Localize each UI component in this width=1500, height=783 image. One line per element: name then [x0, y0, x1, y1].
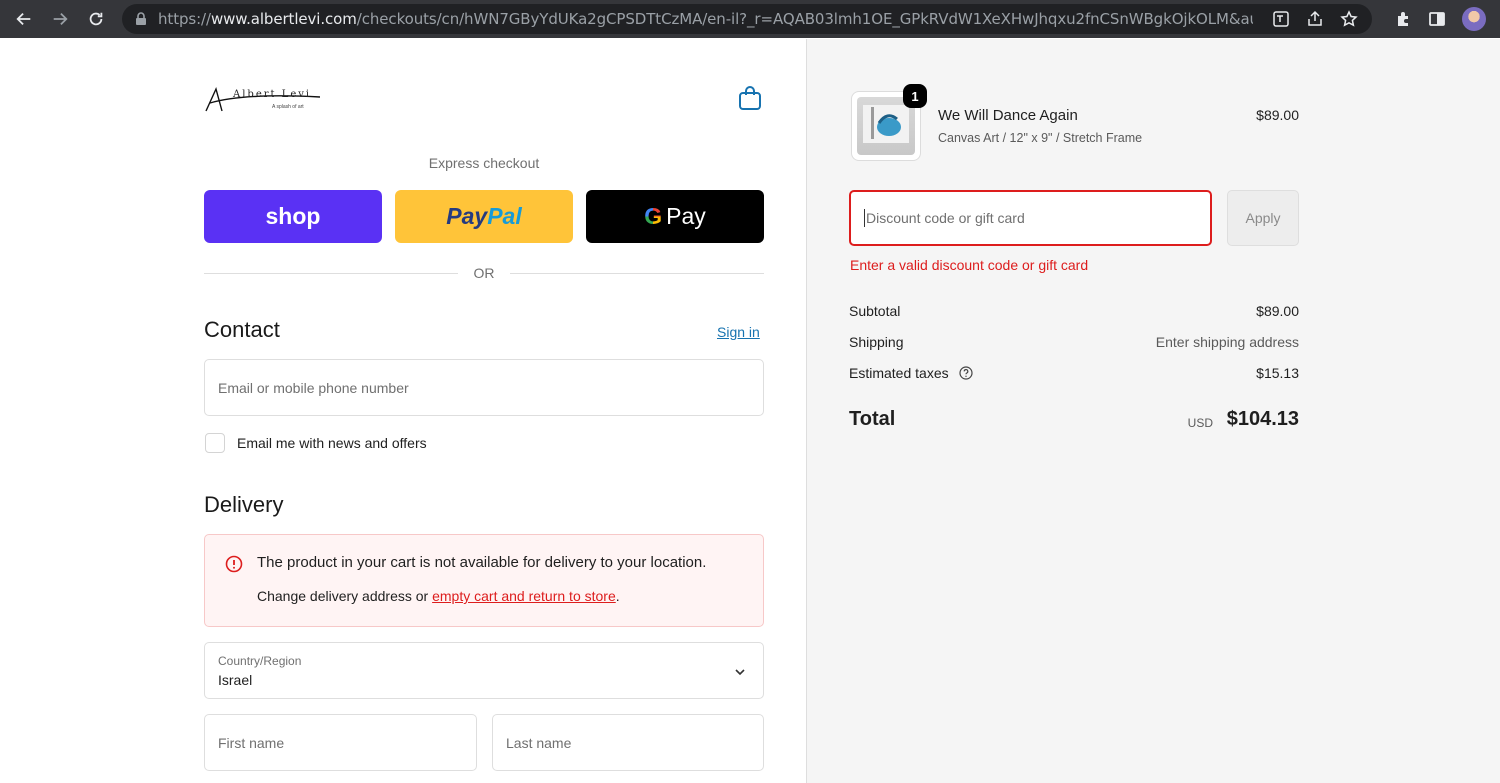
paypal-button[interactable]: Pay Pal — [395, 190, 573, 243]
shop-pay-label: shop — [265, 203, 321, 229]
back-button[interactable] — [6, 0, 42, 38]
alert-title: The product in your cart is not availabl… — [257, 554, 707, 571]
last-name-placeholder: Last name — [506, 734, 572, 751]
first-name-placeholder: First name — [218, 734, 285, 751]
paypal-label-pal: Pal — [487, 203, 522, 229]
discount-error-text: Enter a valid discount code or gift card — [850, 257, 1089, 273]
back-arrow-icon — [16, 12, 31, 26]
subtotal-label: Subtotal — [849, 303, 901, 319]
country-value: Israel — [218, 672, 253, 688]
shipping-value: Enter shipping address — [1155, 334, 1299, 350]
first-name-field[interactable]: First name — [204, 714, 477, 771]
apply-button[interactable]: Apply — [1227, 190, 1299, 246]
country-select[interactable]: Country/Region Israel — [204, 642, 764, 699]
discount-placeholder: Discount code or gift card — [866, 210, 1025, 226]
email-placeholder: Email or mobile phone number — [218, 379, 409, 396]
shopping-bag-icon[interactable] — [738, 85, 762, 111]
side-panel-icon[interactable] — [1428, 10, 1446, 28]
forward-arrow-icon — [53, 12, 68, 26]
shop-pay-button[interactable]: shop — [204, 190, 382, 243]
total-row: Total USD $104.13 — [849, 408, 1299, 438]
profile-avatar[interactable] — [1462, 7, 1486, 31]
total-currency: USD — [1187, 416, 1213, 430]
or-separator: OR — [204, 263, 764, 283]
google-pay-button[interactable]: G Pay — [586, 190, 764, 243]
contact-heading: Contact — [204, 317, 280, 342]
taxes-label: Estimated taxes — [849, 365, 949, 381]
product-price: $89.00 — [1256, 107, 1299, 123]
empty-cart-link[interactable]: empty cart and return to store — [432, 588, 616, 604]
alert-body-text: Change delivery address or — [257, 588, 433, 604]
translate-icon[interactable] — [1272, 10, 1290, 28]
country-label: Country/Region — [218, 654, 302, 668]
google-g-icon: G — [644, 203, 663, 229]
alert-body: Change delivery address or empty cart an… — [257, 588, 620, 604]
browser-toolbar: https://www.albertlevi.com/checkouts/cn/… — [0, 0, 1500, 38]
help-circle-icon[interactable] — [958, 366, 973, 380]
google-pay-label: Pay — [666, 203, 706, 229]
subtotal-value: $89.00 — [1256, 303, 1299, 319]
url-text: https://www.albertlevi.com/checkouts/cn/… — [158, 10, 1253, 28]
reload-button[interactable] — [78, 0, 114, 38]
newsletter-checkbox[interactable] — [205, 433, 225, 453]
shipping-row: Shipping Enter shipping address — [849, 334, 1299, 350]
taxes-value: $15.13 — [1256, 365, 1299, 381]
chevron-down-icon — [735, 669, 745, 676]
product-title: We Will Dance Again — [938, 107, 1078, 124]
sign-in-link[interactable]: Sign in — [717, 324, 760, 340]
forward-button[interactable] — [42, 0, 78, 38]
express-checkout-title: Express checkout — [428, 155, 540, 171]
text-caret — [864, 209, 865, 227]
alert-body-end: . — [615, 588, 620, 604]
error-circle-icon — [225, 555, 243, 573]
or-line-left — [204, 273, 458, 274]
last-name-field[interactable]: Last name — [492, 714, 764, 771]
total-label: Total — [849, 408, 896, 430]
star-icon[interactable] — [1340, 10, 1358, 28]
newsletter-label: Email me with news and offers — [237, 435, 427, 451]
brand-logo-tagline: A splash of art — [272, 104, 304, 110]
reload-icon — [89, 12, 103, 26]
delivery-heading: Delivery — [204, 492, 284, 517]
or-line-right — [510, 273, 764, 274]
paypal-label-pay: Pay — [446, 203, 488, 229]
discount-input[interactable]: Discount code or gift card — [849, 190, 1212, 246]
delivery-error-alert: The product in your cart is not availabl… — [204, 534, 764, 627]
shipping-label: Shipping — [849, 334, 904, 350]
extensions-icon[interactable] — [1394, 10, 1412, 28]
product-variant: Canvas Art / 12" x 9" / Stretch Frame — [938, 131, 1143, 145]
address-bar[interactable]: https://www.albertlevi.com/checkouts/cn/… — [122, 4, 1372, 34]
quantity-badge: 1 — [903, 84, 927, 108]
subtotal-row: Subtotal $89.00 — [849, 303, 1299, 319]
total-value: $104.13 — [1226, 408, 1299, 430]
lock-icon — [136, 12, 146, 25]
share-icon[interactable] — [1306, 10, 1324, 28]
or-label: OR — [473, 265, 495, 281]
brand-logo-text: Albert Levi — [233, 89, 312, 100]
taxes-row: Estimated taxes $15.13 — [849, 365, 1299, 381]
email-field[interactable]: Email or mobile phone number — [204, 359, 764, 416]
